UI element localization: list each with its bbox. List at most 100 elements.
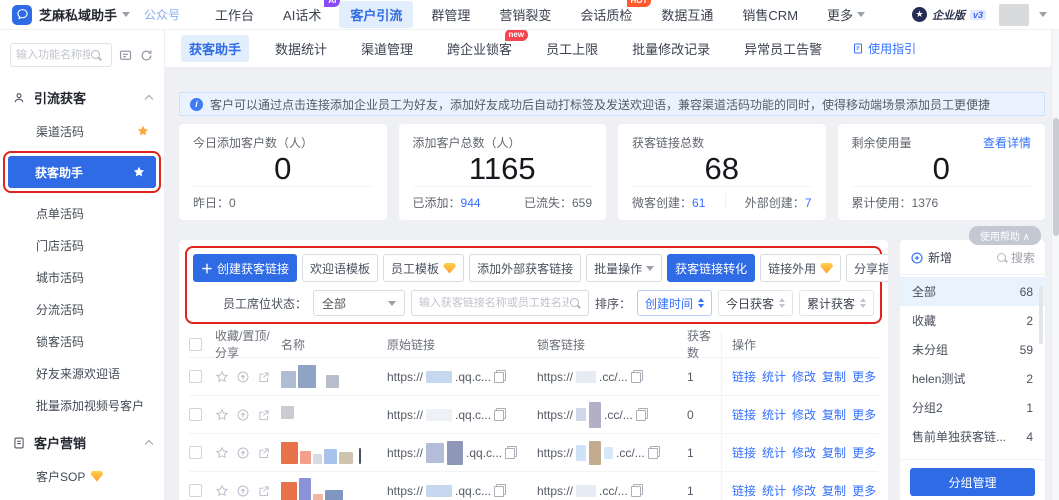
star-icon[interactable] xyxy=(136,124,150,138)
group-item-favorites[interactable]: 收藏2 xyxy=(900,306,1045,335)
tab-data-statistics[interactable]: 数据统计 xyxy=(267,35,335,62)
tab-abnormal-staff-alert[interactable]: 异常员工告警 xyxy=(736,35,830,62)
sidebar-search-input[interactable] xyxy=(16,49,90,61)
sidebar-item-city-code[interactable]: 城市活码 xyxy=(0,261,164,293)
copy-icon[interactable] xyxy=(631,484,643,497)
share-metric-button[interactable]: 分享指标 xyxy=(846,254,888,282)
history-icon[interactable] xyxy=(139,48,154,63)
sidebar-item-channel-code[interactable]: 渠道活码 xyxy=(0,115,164,147)
brand-chevron-down-icon[interactable] xyxy=(122,12,130,21)
add-group-button[interactable]: 新增 xyxy=(910,249,952,266)
action-stats[interactable]: 统计 xyxy=(762,406,786,423)
row-checkbox[interactable] xyxy=(189,484,202,497)
action-stats[interactable]: 统计 xyxy=(762,444,786,461)
feedback-icon[interactable] xyxy=(118,48,133,63)
action-copy[interactable]: 复制 xyxy=(822,368,846,385)
nav-ai-script[interactable]: AI话术AI xyxy=(272,1,332,28)
copy-icon[interactable] xyxy=(505,446,517,459)
action-copy[interactable]: 复制 xyxy=(822,444,846,461)
pin-top-icon[interactable] xyxy=(236,446,250,460)
row-checkbox[interactable] xyxy=(189,370,202,383)
tab-acquisition-assistant[interactable]: 获客助手 xyxy=(181,35,249,62)
sidebar-item-customer-sop[interactable]: 客户SOP xyxy=(0,460,164,492)
tab-cross-enterprise-lock[interactable]: 跨企业锁客new xyxy=(439,35,520,62)
tab-channel-management[interactable]: 渠道管理 xyxy=(353,35,421,62)
batch-actions-button[interactable]: 批量操作 xyxy=(586,254,662,282)
nav-customer-acquisition[interactable]: 客户引流 xyxy=(339,1,413,28)
seat-status-select[interactable]: 全部 xyxy=(313,290,405,316)
copy-icon[interactable] xyxy=(636,408,648,421)
nav-more[interactable]: 更多 xyxy=(816,1,876,28)
sidebar-item-acquisition-assistant[interactable]: 获客助手 xyxy=(8,156,156,188)
nav-workbench[interactable]: 工作台 xyxy=(204,1,265,28)
group-list-scrollbar-thumb[interactable] xyxy=(1039,286,1043,344)
group-item-sesame-service[interactable]: 芝麻服务号助手2 xyxy=(900,451,1045,459)
action-stats[interactable]: 统计 xyxy=(762,368,786,385)
nav-sales-crm[interactable]: 销售CRM xyxy=(731,1,809,28)
view-details-link[interactable]: 查看详情 xyxy=(983,134,1031,151)
action-modify[interactable]: 修改 xyxy=(792,482,816,499)
copy-icon[interactable] xyxy=(631,370,643,383)
tab-batch-modify-records[interactable]: 批量修改记录 xyxy=(624,35,718,62)
nav-chat-qc[interactable]: 会话质检HOT xyxy=(569,1,643,28)
action-more[interactable]: 更多 xyxy=(852,444,876,461)
usage-guide-link[interactable]: 使用指引 xyxy=(852,40,916,57)
add-external-link-button[interactable]: 添加外部获客链接 xyxy=(469,254,581,282)
sidebar-item-split-code[interactable]: 分流活码 xyxy=(0,293,164,325)
sidebar-section-marketing[interactable]: 客户营销 xyxy=(0,421,164,460)
group-item-all[interactable]: 全部68 xyxy=(900,277,1045,306)
action-more[interactable]: 更多 xyxy=(852,406,876,423)
row-checkbox[interactable] xyxy=(189,446,202,459)
sidebar-item-customer-mass-send[interactable]: 客户群发 xyxy=(0,492,164,500)
welcome-template-button[interactable]: 欢迎语模板 xyxy=(302,254,378,282)
action-more[interactable]: 更多 xyxy=(852,482,876,499)
pin-top-icon[interactable] xyxy=(236,484,250,498)
brand-tag[interactable]: 公众号 xyxy=(144,6,180,23)
group-item-ungrouped[interactable]: 未分组59 xyxy=(900,335,1045,364)
sidebar-section-acquisition[interactable]: 引流获客 xyxy=(0,76,164,115)
action-more[interactable]: 更多 xyxy=(852,368,876,385)
sidebar-item-lock-code[interactable]: 锁客活码 xyxy=(0,325,164,357)
link-search-input[interactable] xyxy=(419,297,569,309)
copy-icon[interactable] xyxy=(494,408,506,421)
group-search-button[interactable]: 搜索 xyxy=(996,249,1035,266)
copy-icon[interactable] xyxy=(648,446,660,459)
favorite-star-icon[interactable] xyxy=(215,408,229,422)
action-stats[interactable]: 统计 xyxy=(762,482,786,499)
sidebar-item-friend-source-welcome[interactable]: 好友来源欢迎语 xyxy=(0,357,164,389)
sort-by-create-time[interactable]: 创建时间 xyxy=(637,290,712,316)
select-all-checkbox[interactable] xyxy=(189,338,202,351)
share-icon[interactable] xyxy=(257,370,271,384)
link-external-use-button[interactable]: 链接外用 xyxy=(760,254,841,282)
account-chevron-down-icon[interactable] xyxy=(1039,12,1047,21)
added-count-link[interactable]: 944 xyxy=(461,196,481,210)
action-modify[interactable]: 修改 xyxy=(792,406,816,423)
create-link-button[interactable]: ＋创建获客链接 xyxy=(193,254,297,282)
group-item-presale-links[interactable]: 售前单独获客链...4 xyxy=(900,422,1045,451)
copy-icon[interactable] xyxy=(494,484,506,497)
sidebar-item-batch-video-customers[interactable]: 批量添加视频号客户 xyxy=(0,389,164,421)
favorite-star-icon[interactable] xyxy=(215,484,229,498)
link-conversion-button[interactable]: 获客链接转化 xyxy=(667,254,755,282)
user-avatar[interactable] xyxy=(999,4,1029,26)
copy-icon[interactable] xyxy=(494,370,506,383)
page-scrollbar-thumb[interactable] xyxy=(1053,118,1059,236)
action-link[interactable]: 链接 xyxy=(732,444,756,461)
sort-by-total[interactable]: 累计获客 xyxy=(799,290,874,316)
pin-top-icon[interactable] xyxy=(236,408,250,422)
row-checkbox[interactable] xyxy=(189,408,202,421)
action-modify[interactable]: 修改 xyxy=(792,444,816,461)
favorite-star-icon[interactable] xyxy=(215,370,229,384)
share-icon[interactable] xyxy=(257,446,271,460)
action-link[interactable]: 链接 xyxy=(732,406,756,423)
share-icon[interactable] xyxy=(257,484,271,498)
sidebar-item-store-code[interactable]: 门店活码 xyxy=(0,229,164,261)
collapse-help-pill[interactable]: 使用帮助 ∧ xyxy=(969,226,1041,245)
staff-template-button[interactable]: 员工模板 xyxy=(383,254,464,282)
group-manage-button[interactable]: 分组管理 xyxy=(910,468,1035,496)
favorite-star-icon[interactable] xyxy=(215,446,229,460)
pin-top-icon[interactable] xyxy=(236,370,250,384)
wecom-created-link[interactable]: 61 xyxy=(692,196,705,210)
star-icon[interactable] xyxy=(132,165,146,179)
nav-group-management[interactable]: 群管理 xyxy=(420,1,481,28)
